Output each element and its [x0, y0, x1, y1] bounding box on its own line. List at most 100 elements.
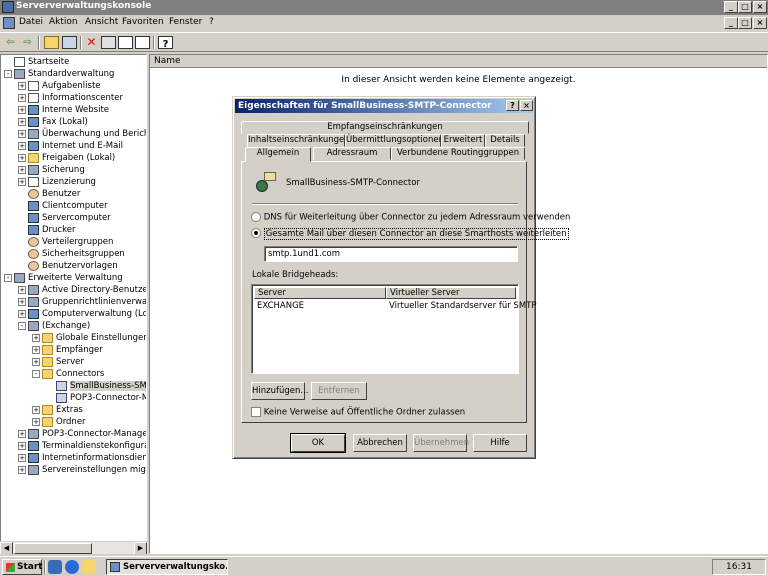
menu-fenster[interactable]: Fenster — [169, 17, 202, 27]
tree-item[interactable]: + Überwachung und Berichter — [18, 128, 146, 140]
forward-arrow-icon[interactable]: ⇨ — [20, 35, 35, 50]
public-folder-checkbox-option[interactable]: Keine Verweise auf Öffentliche Ordner zu… — [251, 407, 465, 418]
column-virtual-server[interactable]: Virtueller Server — [386, 287, 516, 299]
tree-horizontal-scrollbar[interactable]: ◀ ▶ — [0, 541, 148, 555]
clock[interactable]: 16:31 — [726, 562, 752, 572]
tree-item[interactable]: Benutzer — [18, 188, 80, 200]
expand-toggle-icon[interactable]: + — [18, 177, 26, 186]
tree-item[interactable]: + Lizenzierung — [18, 176, 96, 188]
smarthost-input[interactable]: smtp.1und1.com — [264, 246, 518, 262]
expand-toggle-icon[interactable]: + — [18, 81, 26, 90]
delete-icon[interactable]: ✕ — [84, 35, 99, 50]
tab-inhaltseinschraenkungen[interactable]: Inhaltseinschränkungen — [247, 134, 350, 147]
properties-icon[interactable] — [101, 36, 116, 49]
show-desktop-icon[interactable] — [48, 560, 62, 574]
tree-item[interactable]: + Extras — [32, 404, 83, 416]
taskbar-item-console[interactable]: Serververwaltungsko... — [106, 559, 228, 575]
doc-minimize-button[interactable]: _ — [724, 17, 738, 29]
dialog-help-button[interactable]: ? — [506, 100, 519, 111]
expand-toggle-icon[interactable]: - — [4, 273, 12, 282]
bridgehead-virtual-cell[interactable]: Virtueller Standardserver für SMTP — [389, 301, 536, 311]
expand-toggle-icon[interactable]: + — [18, 297, 26, 306]
expand-toggle-icon[interactable]: + — [18, 117, 26, 126]
ok-button[interactable]: OK — [290, 433, 346, 453]
dialog-title-bar[interactable]: Eigenschaften für SmallBusiness-SMTP-Con… — [235, 99, 533, 113]
tree-item[interactable]: + Server — [32, 356, 84, 368]
tree-item[interactable]: + Aufgabenliste — [18, 80, 101, 92]
tree-item[interactable]: + Computerverwaltung (Lokal — [18, 308, 146, 320]
expand-toggle-icon[interactable]: - — [18, 321, 26, 330]
back-arrow-icon[interactable]: ⇦ — [3, 35, 18, 50]
tree-item[interactable]: + Servereinstellungen migrier — [18, 464, 146, 476]
export-list-icon[interactable] — [135, 36, 150, 49]
tab-erweitert[interactable]: Erweitert — [441, 134, 485, 147]
tree-item[interactable]: + Sicherung — [18, 164, 85, 176]
document-icon[interactable] — [3, 17, 15, 29]
tab-verbundene-routinggruppen[interactable]: Verbundene Routinggruppen — [391, 147, 525, 160]
maximize-button[interactable]: □ — [738, 1, 752, 13]
menu-ansicht[interactable]: Ansicht — [85, 17, 118, 27]
expand-toggle-icon[interactable]: + — [18, 429, 26, 438]
radio-smarthost[interactable] — [251, 228, 261, 238]
tree-item[interactable]: Sicherheitsgruppen — [18, 248, 125, 260]
expand-toggle-icon[interactable]: - — [32, 369, 40, 378]
expand-toggle-icon[interactable]: + — [32, 345, 40, 354]
tree-item[interactable]: - Erweiterte Verwaltung — [4, 272, 123, 284]
dialog-close-button[interactable]: × — [520, 100, 533, 111]
tree-item[interactable]: + Ordner — [32, 416, 86, 428]
explorer-icon[interactable] — [82, 560, 96, 574]
close-button[interactable]: × — [753, 1, 767, 13]
refresh-icon[interactable] — [118, 36, 133, 49]
tree-item[interactable]: + Fax (Lokal) — [18, 116, 88, 128]
tree-item[interactable]: + Gruppenrichtlinienverwaltur — [18, 296, 146, 308]
tree-item[interactable]: + Internet und E-Mail — [18, 140, 123, 152]
tree-item[interactable]: + Internetinformationsdienste — [18, 452, 146, 464]
radio-dns[interactable] — [251, 212, 261, 222]
expand-toggle-icon[interactable]: + — [18, 165, 26, 174]
tree-item[interactable]: - (Exchange) — [18, 320, 90, 332]
tree-item[interactable]: - Standardverwaltung — [4, 68, 114, 80]
help-button[interactable]: Hilfe — [473, 434, 527, 452]
start-button[interactable]: Start — [2, 559, 43, 575]
bridgeheads-list[interactable]: Server Virtueller Server EXCHANGE Virtue… — [251, 284, 536, 374]
radio-smarthost-option[interactable]: Gesamte Mail über diesen Connector an di… — [251, 227, 569, 240]
expand-toggle-icon[interactable]: + — [18, 93, 26, 102]
window-title-bar[interactable]: Serververwaltungskonsole _ □ × — [0, 0, 768, 15]
public-folder-checkbox[interactable] — [251, 407, 261, 417]
expand-toggle-icon[interactable]: + — [32, 417, 40, 426]
scroll-thumb[interactable] — [14, 543, 92, 554]
tree-item[interactable]: + Empfänger — [32, 344, 103, 356]
menu-help[interactable]: ? — [209, 17, 214, 27]
expand-toggle-icon[interactable]: + — [18, 285, 26, 294]
column-server[interactable]: Server — [254, 287, 386, 299]
tree-item[interactable]: + POP3-Connector-Manager — [18, 428, 146, 440]
tree-item[interactable]: + Freigaben (Lokal) — [18, 152, 115, 164]
expand-toggle-icon[interactable]: + — [18, 141, 26, 150]
tab-uebermittlungsoptionen[interactable]: Übermittlungsoptionen — [345, 134, 444, 147]
console-tree[interactable]: Startseite - Standardverwaltung + Aufgabenli… — [0, 54, 147, 542]
tree-item[interactable]: Servercomputer — [18, 212, 111, 224]
minimize-button[interactable]: _ — [724, 1, 738, 13]
tree-item[interactable]: + Informationscenter — [18, 92, 123, 104]
tree-item[interactable]: Clientcomputer — [18, 200, 108, 212]
expand-toggle-icon[interactable]: + — [18, 453, 26, 462]
doc-restore-button[interactable]: □ — [738, 17, 752, 29]
tab-empfangseinschraenkungen[interactable]: Empfangseinschränkungen — [241, 121, 529, 134]
expand-toggle-icon[interactable]: + — [18, 465, 26, 474]
menu-favoriten[interactable]: Favoriten — [122, 17, 164, 27]
expand-toggle-icon[interactable]: + — [18, 441, 26, 450]
expand-toggle-icon[interactable]: + — [32, 405, 40, 414]
expand-toggle-icon[interactable]: - — [4, 69, 12, 78]
menu-datei[interactable]: Datei — [19, 17, 43, 27]
list-column-header[interactable]: Name — [150, 55, 767, 68]
radio-dns-option[interactable]: DNS für Weiterleitung über Connector zu … — [251, 212, 570, 223]
expand-toggle-icon[interactable]: + — [18, 153, 26, 162]
internet-explorer-icon[interactable] — [65, 560, 79, 574]
expand-toggle-icon[interactable]: + — [32, 333, 40, 342]
expand-toggle-icon[interactable]: + — [18, 129, 26, 138]
tree-item[interactable]: + Active Directory-Benutzer u — [18, 284, 146, 296]
cancel-button[interactable]: Abbrechen — [353, 434, 407, 452]
menu-aktion[interactable]: Aktion — [49, 17, 78, 27]
tree-item[interactable]: SmallBusiness-SMTP — [46, 380, 146, 392]
expand-toggle-icon[interactable]: + — [32, 357, 40, 366]
